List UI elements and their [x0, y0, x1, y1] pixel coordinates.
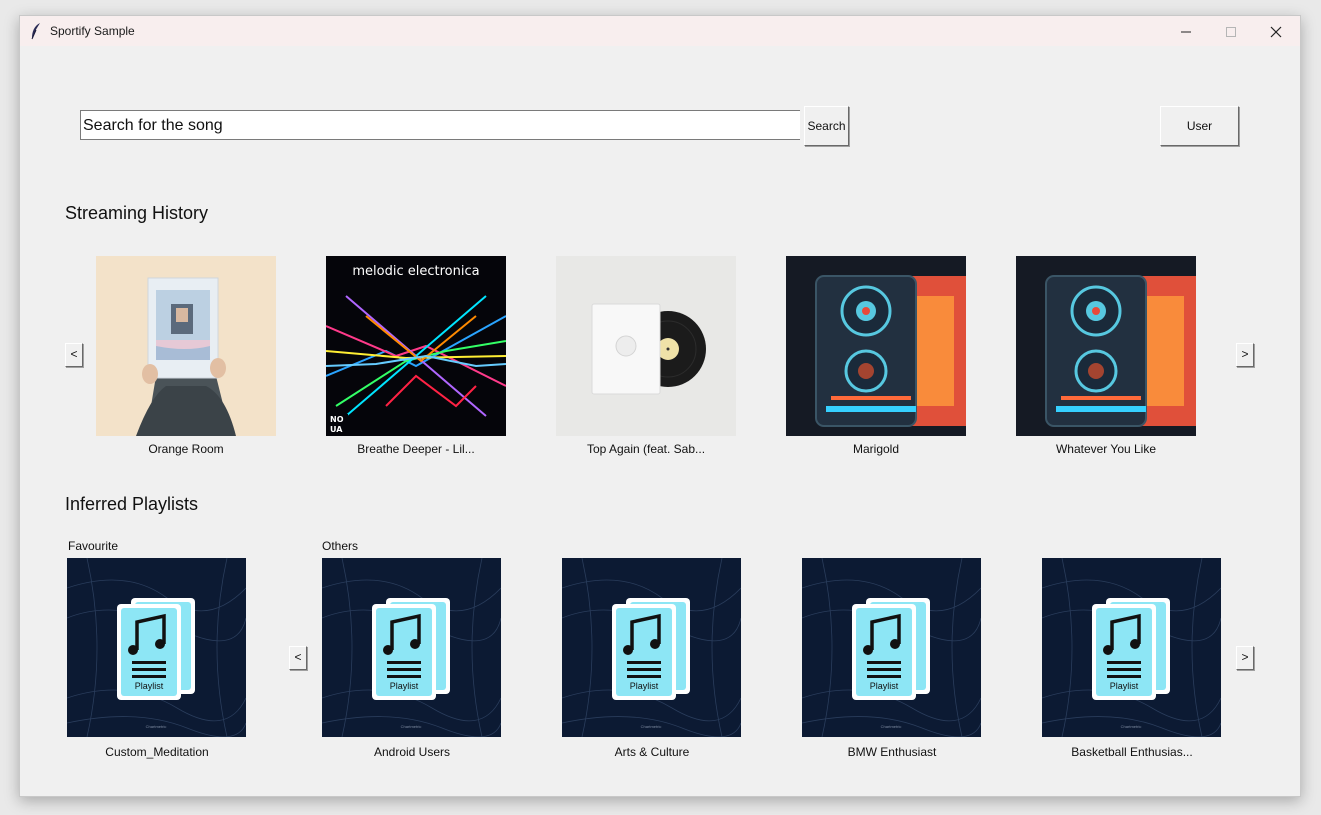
playlist-icon: Playlist Chartmetric — [67, 558, 246, 737]
streaming-history-title: Streaming History — [65, 203, 209, 223]
playlist-icon-text: Playlist — [1110, 681, 1139, 691]
maximize-button[interactable] — [1208, 16, 1253, 46]
playlist-icon: Playlist Chartmetric — [322, 558, 501, 737]
vinyl-record-image — [556, 256, 736, 436]
playlist-cover-bmw[interactable]: Playlist Chartmetric — [802, 558, 981, 737]
history-next-button[interactable]: > — [1236, 343, 1254, 367]
speaker-art-image — [1016, 256, 1196, 436]
melodic-electronica-image: melodic electronica NO UA — [326, 256, 506, 436]
playlist-cover-basketball[interactable]: Playlist Chartmetric — [1042, 558, 1221, 737]
minimize-icon — [1181, 31, 1191, 33]
history-cover-1[interactable] — [96, 256, 276, 436]
close-button[interactable] — [1253, 16, 1298, 46]
playlists-prev-button[interactable]: < — [289, 646, 307, 670]
history-item-label: Orange Room — [148, 442, 224, 456]
playlist-cover-arts[interactable]: Playlist Chartmetric — [562, 558, 741, 737]
history-cover-2[interactable]: melodic electronica NO UA — [326, 256, 506, 436]
playlist-label: Arts & Culture — [614, 745, 690, 759]
window-title: Sportify Sample — [50, 24, 135, 38]
search-button[interactable]: Search — [804, 106, 849, 146]
playlist-icon: Playlist Chartmetric — [1042, 558, 1221, 737]
app-window: Sportify Sample Search for the song Sear… — [19, 15, 1301, 797]
history-cover-5[interactable] — [1016, 256, 1196, 436]
history-cover-4[interactable] — [786, 256, 966, 436]
history-item-label: Marigold — [852, 442, 900, 456]
history-cover-3[interactable] — [556, 256, 736, 436]
title-bar: Sportify Sample — [20, 16, 1300, 46]
playlist-icon: Playlist Chartmetric — [562, 558, 741, 737]
playlists-next-button[interactable]: > — [1236, 646, 1254, 670]
close-icon — [1270, 26, 1282, 38]
playlist-cover-android[interactable]: Playlist Chartmetric — [322, 558, 501, 737]
playlist-label: Basketball Enthusias... — [1071, 745, 1193, 759]
playlist-icon-text: Playlist — [390, 681, 419, 691]
maximize-icon — [1226, 27, 1236, 37]
playlist-icon-text: Playlist — [630, 681, 659, 691]
favourite-label: Favourite — [68, 539, 119, 553]
person-holding-photo-image — [96, 256, 276, 436]
history-item-label: Top Again (feat. Sab... — [586, 442, 706, 456]
cover-logo-bottom: UA — [330, 425, 343, 434]
brand-mark: Chartmetric — [146, 724, 167, 729]
favourite-playlist-label: Custom_Meditation — [105, 745, 209, 759]
cover-logo-top: NO — [330, 415, 344, 424]
cover-title-text: melodic electronica — [352, 264, 479, 279]
brand-mark: Chartmetric — [1121, 724, 1142, 729]
brand-mark: Chartmetric — [401, 724, 422, 729]
playlist-icon: Playlist Chartmetric — [802, 558, 981, 737]
playlist-icon-text: Playlist — [135, 681, 164, 691]
playlist-label: Android Users — [373, 745, 451, 759]
history-item-label: Breathe Deeper - Lil... — [357, 442, 475, 456]
feather-icon — [30, 22, 42, 45]
brand-mark: Chartmetric — [881, 724, 902, 729]
speaker-art-image — [786, 256, 966, 436]
inferred-playlists-title: Inferred Playlists — [65, 494, 199, 514]
history-prev-button[interactable]: < — [65, 343, 83, 367]
brand-mark: Chartmetric — [641, 724, 662, 729]
user-button[interactable]: User — [1160, 106, 1239, 146]
playlist-label: BMW Enthusiast — [847, 745, 937, 759]
others-label: Others — [322, 539, 359, 553]
minimize-button[interactable] — [1163, 16, 1208, 46]
history-item-label: Whatever You Like — [1055, 442, 1157, 456]
search-input[interactable]: Search for the song — [80, 110, 800, 140]
playlist-cover-favourite[interactable]: Playlist Chartmetric — [67, 558, 246, 737]
playlist-icon-text: Playlist — [870, 681, 899, 691]
